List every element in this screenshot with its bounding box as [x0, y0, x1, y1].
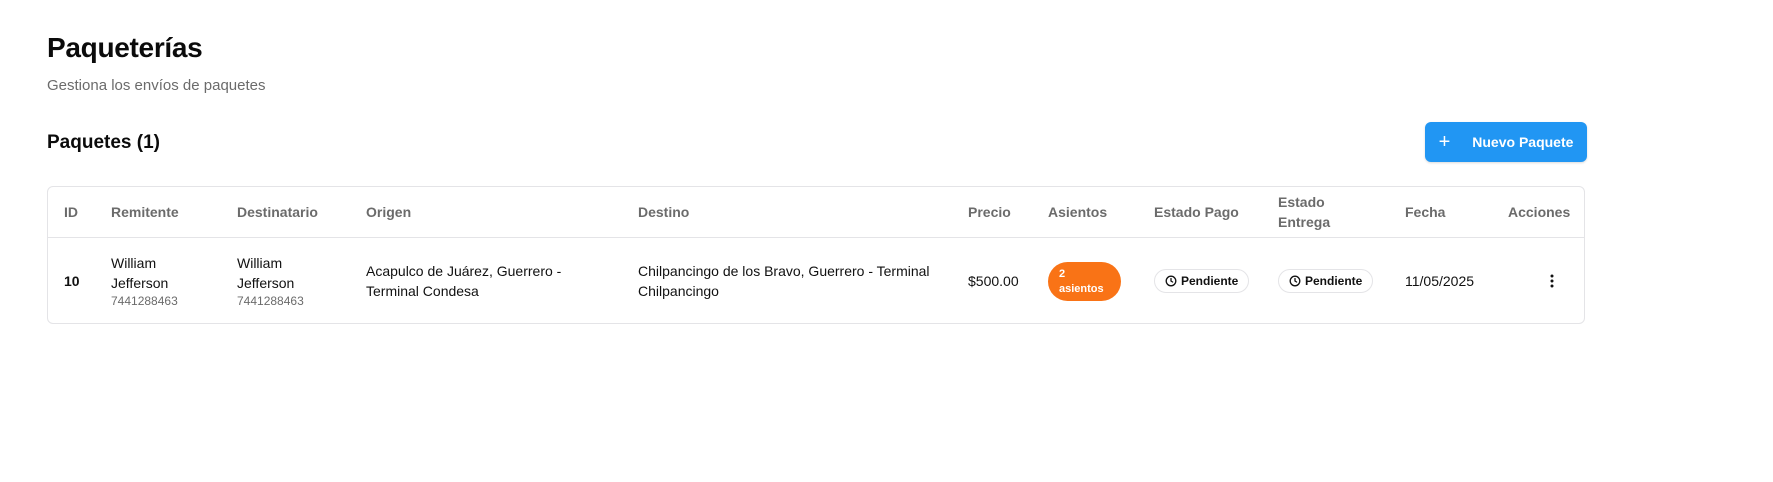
column-header-seats: Asientos — [1048, 204, 1108, 220]
column-header-actions: Acciones — [1508, 204, 1571, 220]
cell-sender: William Jefferson 7441288463 — [111, 238, 178, 323]
seats-unit: asientos — [1059, 282, 1104, 295]
sender-name-line2: Jefferson — [111, 275, 169, 291]
column-header-sender: Remitente — [111, 204, 179, 220]
cell-actions — [1540, 238, 1564, 323]
cell-date: 11/05/2025 — [1405, 273, 1475, 289]
cell-delivery-status: Pendiente — [1278, 238, 1374, 323]
column-header-delivery-status-line2: Entrega — [1278, 214, 1331, 230]
new-package-button-label: Nuevo Paquete — [1472, 134, 1574, 150]
origin-line2: Terminal Condesa — [366, 283, 479, 299]
column-header-id: ID — [64, 204, 78, 220]
column-header-payment-status: Estado Pago — [1154, 204, 1239, 220]
packages-page: Paqueterías Gestiona los envíos de paque… — [0, 0, 1773, 482]
delivery-status-label: Pendiente — [1305, 274, 1363, 288]
seats-count: 2 — [1059, 267, 1066, 280]
column-header-delivery-status: Estado Entrega — [1278, 187, 1330, 237]
row-actions-button[interactable] — [1540, 269, 1564, 293]
recipient-name-line1: William — [237, 255, 283, 271]
cell-recipient: William Jefferson 7441288463 — [237, 238, 304, 323]
more-vertical-icon — [1550, 274, 1554, 288]
column-header-recipient: Destinatario — [237, 204, 318, 220]
cell-price: $500.00 — [968, 273, 1019, 289]
seats-badge: 2 asientos — [1048, 261, 1121, 301]
plus-icon: + — [1438, 131, 1451, 153]
column-header-delivery-status-line1: Estado — [1278, 194, 1325, 210]
sender-phone: 7441288463 — [111, 294, 178, 308]
origin-line1: Acapulco de Juárez, Guerrero - — [366, 263, 562, 279]
column-header-origin: Origen — [366, 204, 412, 220]
cell-payment-status: Pendiente — [1154, 238, 1250, 323]
page-subtitle: Gestiona los envíos de paquetes — [47, 77, 266, 94]
cell-seats: 2 asientos — [1048, 238, 1121, 323]
column-header-price: Precio — [968, 204, 1011, 220]
payment-status-label: Pendiente — [1181, 274, 1239, 288]
sender-name-line1: William — [111, 255, 157, 271]
destination-line1: Chilpancingo de los Bravo, Guerrero - Te… — [638, 263, 930, 279]
table-header: ID Remitente Destinatario Origen Destino… — [48, 187, 1584, 238]
page-title: Paqueterías — [47, 32, 203, 63]
cell-destination: Chilpancingo de los Bravo, Guerrero - Te… — [638, 238, 930, 323]
cell-origin: Acapulco de Juárez, Guerrero - Terminal … — [366, 238, 562, 323]
packages-count-title: Paquetes (1) — [47, 132, 160, 153]
column-header-destination: Destino — [638, 204, 690, 220]
delivery-status-badge: Pendiente — [1278, 269, 1374, 293]
cell-id: 10 — [64, 273, 80, 289]
new-package-button[interactable]: + Nuevo Paquete — [1425, 122, 1587, 162]
recipient-name-line2: Jefferson — [237, 275, 295, 291]
destination-line2: Chilpancingo — [638, 283, 719, 299]
clock-icon — [1165, 275, 1177, 287]
packages-table: ID Remitente Destinatario Origen Destino… — [47, 186, 1585, 324]
table-row: 10 William Jefferson 7441288463 William … — [48, 238, 1584, 323]
column-header-date: Fecha — [1405, 204, 1446, 220]
recipient-phone: 7441288463 — [237, 294, 304, 308]
clock-icon — [1289, 275, 1301, 287]
payment-status-badge: Pendiente — [1154, 269, 1250, 293]
